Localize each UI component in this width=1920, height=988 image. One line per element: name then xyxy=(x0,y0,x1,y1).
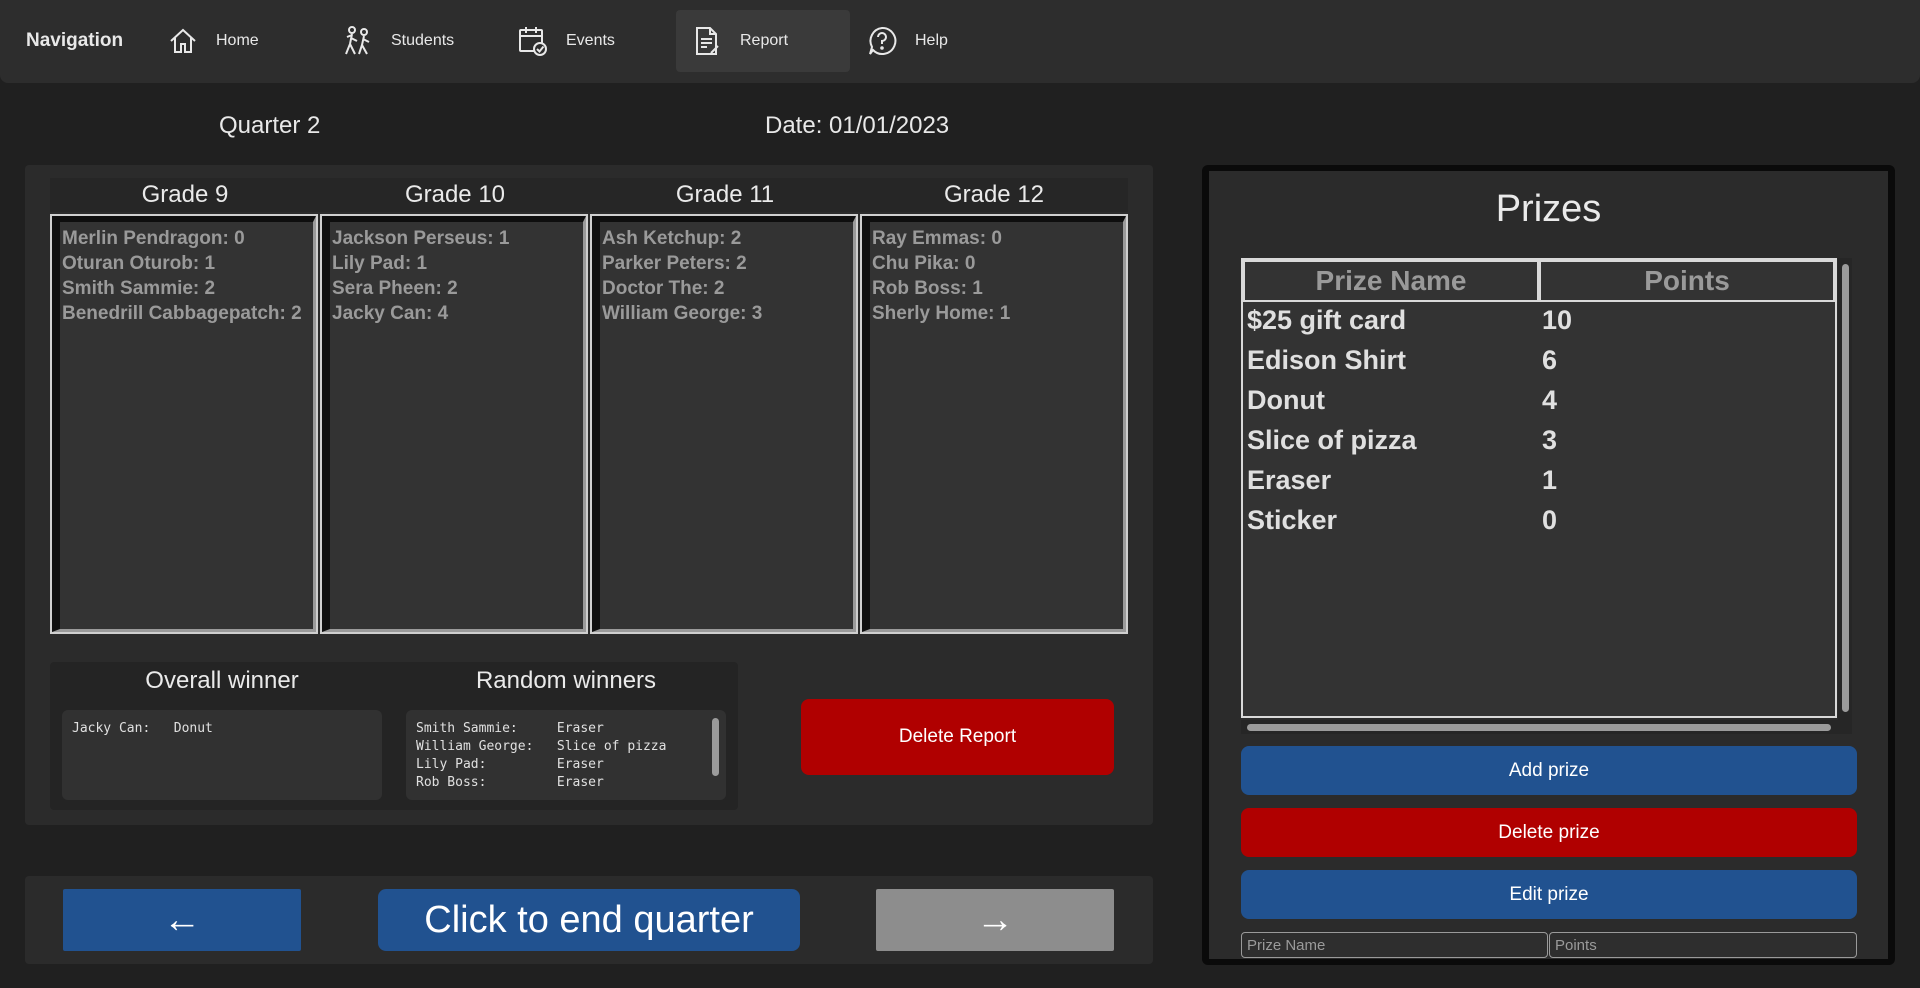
list-item[interactable]: Ash Ketchup: 2 xyxy=(602,226,762,251)
events-icon xyxy=(516,24,550,58)
overall-winner-box[interactable]: Jacky Can: Donut xyxy=(62,710,382,800)
grade-9-header: Grade 9 xyxy=(50,178,320,212)
random-winners-text: Smith Sammie: Eraser William George: Sli… xyxy=(416,721,667,790)
nav-title: Navigation xyxy=(26,30,124,51)
prize-table-hscroll[interactable] xyxy=(1241,720,1852,734)
list-item[interactable]: Lily Pad: 1 xyxy=(332,251,509,276)
end-quarter-button[interactable]: Click to end quarter xyxy=(378,889,800,951)
home-icon xyxy=(166,24,200,58)
prize-points-cell[interactable]: 1 xyxy=(1542,465,1557,496)
prizes-title: Prizes xyxy=(1495,188,1602,230)
grade-11-header: Grade 11 xyxy=(590,178,860,212)
prize-name-cell[interactable]: Donut xyxy=(1247,385,1325,416)
list-item[interactable]: Jacky Can: 4 xyxy=(332,301,509,326)
help-icon xyxy=(865,24,899,58)
nav-label-report: Report xyxy=(740,32,789,49)
overall-winner-title: Overall winner xyxy=(145,667,299,694)
nav-item-help[interactable]: Help xyxy=(851,10,1025,72)
prize-name-cell[interactable]: Eraser xyxy=(1247,465,1331,496)
delete-prize-button[interactable]: Delete prize xyxy=(1241,808,1857,857)
random-winners-title: Random winners xyxy=(475,667,657,694)
column-header-prize-name[interactable]: Prize Name xyxy=(1243,260,1539,302)
list-item[interactable]: Parker Peters: 2 xyxy=(602,251,762,276)
prize-points-cell[interactable]: 3 xyxy=(1542,425,1557,456)
grade-10-list[interactable]: Jackson Perseus: 1 Lily Pad: 1 Sera Phee… xyxy=(320,214,588,634)
nav-label-students: Students xyxy=(391,32,455,49)
list-item[interactable]: Chu Pika: 0 xyxy=(872,251,1010,276)
list-item[interactable]: Sera Pheen: 2 xyxy=(332,276,509,301)
next-button[interactable]: → xyxy=(876,889,1114,951)
grade-11-list[interactable]: Ash Ketchup: 2 Parker Peters: 2 Doctor T… xyxy=(590,214,858,634)
prize-points-cell[interactable]: 4 xyxy=(1542,385,1557,416)
nav-item-events[interactable]: Events xyxy=(502,10,676,72)
prize-name-cell[interactable]: Slice of pizza xyxy=(1247,425,1417,456)
grade-12-header: Grade 12 xyxy=(860,178,1128,212)
points-field[interactable] xyxy=(1549,932,1857,958)
report-icon xyxy=(690,24,724,58)
list-item[interactable]: William George: 3 xyxy=(602,301,762,326)
nav-label-help: Help xyxy=(915,32,948,49)
nav-item-home[interactable]: Home xyxy=(152,10,326,72)
column-header-points[interactable]: Points xyxy=(1539,260,1835,302)
add-prize-button[interactable]: Add prize xyxy=(1241,746,1857,795)
prize-table-vscroll-thumb[interactable] xyxy=(1842,264,1849,712)
random-winners-box[interactable]: Smith Sammie: Eraser William George: Sli… xyxy=(406,710,726,800)
prize-points-cell[interactable]: 10 xyxy=(1542,305,1572,336)
prize-table-hscroll-thumb[interactable] xyxy=(1247,724,1831,731)
overall-winner-text: Jacky Can: Donut xyxy=(72,721,213,736)
prize-name-cell[interactable]: Sticker xyxy=(1247,505,1337,536)
list-item[interactable]: Oturan Oturob: 1 xyxy=(62,251,302,276)
list-item[interactable]: Sherly Home: 1 xyxy=(872,301,1010,326)
nav-label-events: Events xyxy=(566,32,615,49)
quarter-label: Quarter 2 xyxy=(219,112,321,139)
list-item[interactable]: Jackson Perseus: 1 xyxy=(332,226,509,251)
prize-table-vscroll[interactable] xyxy=(1838,258,1852,734)
nav-item-report[interactable]: Report xyxy=(676,10,850,72)
prize-points-cell[interactable]: 0 xyxy=(1542,505,1557,536)
list-item[interactable]: Smith Sammie: 2 xyxy=(62,276,302,301)
list-item[interactable]: Merlin Pendragon: 0 xyxy=(62,226,302,251)
prize-name-cell[interactable]: $25 gift card xyxy=(1247,305,1406,336)
list-item[interactable]: Ray Emmas: 0 xyxy=(872,226,1010,251)
prize-points-cell[interactable]: 6 xyxy=(1542,345,1557,376)
navigation-bar: Navigation Home Students Events Report H… xyxy=(0,0,1920,83)
list-item[interactable]: Rob Boss: 1 xyxy=(872,276,1010,301)
date-label: Date: 01/01/2023 xyxy=(765,112,950,139)
previous-button[interactable]: ← xyxy=(63,889,301,951)
students-icon xyxy=(341,24,375,58)
grade-10-header: Grade 10 xyxy=(320,178,590,212)
nav-label-home: Home xyxy=(216,32,259,49)
random-winners-scrollbar[interactable] xyxy=(712,718,719,776)
grade-12-list[interactable]: Ray Emmas: 0 Chu Pika: 0 Rob Boss: 1 She… xyxy=(860,214,1128,634)
edit-prize-button[interactable]: Edit prize xyxy=(1241,870,1857,919)
prize-name-cell[interactable]: Edison Shirt xyxy=(1247,345,1406,376)
list-item[interactable]: Benedrill Cabbagepatch: 2 xyxy=(62,301,302,326)
nav-item-students[interactable]: Students xyxy=(327,10,501,72)
prize-name-field[interactable] xyxy=(1241,932,1548,958)
grade-9-list[interactable]: Merlin Pendragon: 0 Oturan Oturob: 1 Smi… xyxy=(50,214,318,634)
list-item[interactable]: Doctor The: 2 xyxy=(602,276,762,301)
delete-report-button[interactable]: Delete Report xyxy=(801,699,1114,775)
